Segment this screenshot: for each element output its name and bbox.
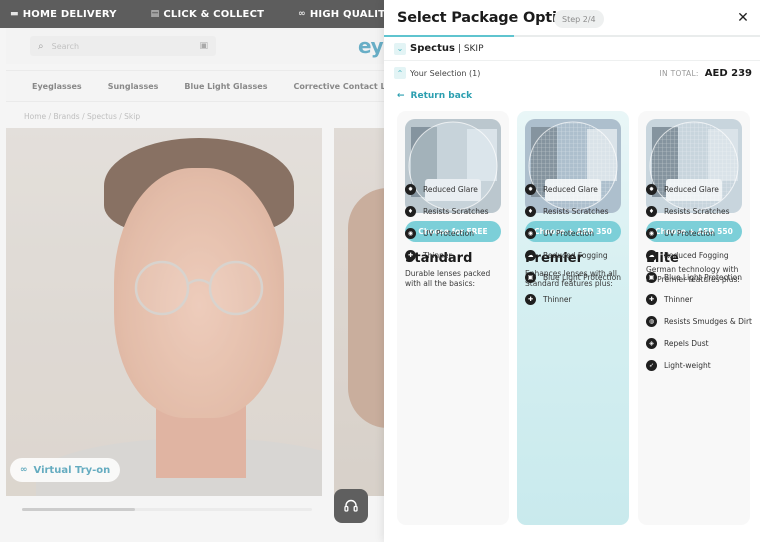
scratch-shield-icon: ♦ [405,206,416,217]
reduced-glare-icon: ✸ [405,184,416,195]
feature-label: Thinner [423,251,452,260]
feature-item: ✚ Thinner [525,294,572,305]
feature-item: ◈ Repels Dust [646,338,709,349]
uv-icon: ◉ [405,228,416,239]
feature-label: UV Protection [423,229,474,238]
feature-label: Reduced Fogging [664,251,729,260]
feature-item: ☁ Reduced Fogging [646,250,729,261]
feature-item: ▣ Blue Light Protection [525,272,621,283]
brand-name: Spectus [410,43,455,54]
feature-item: ☁ Reduced Fogging [525,250,608,261]
feature-item: ✸ Reduced Glare [646,184,719,195]
feature-item: ➶ Light-weight [646,360,711,371]
feather-icon: ➶ [646,360,657,371]
package-card-standard[interactable]: Choose for FREE Standard Durable lenses pa… [397,111,509,525]
lens-preview-image [525,119,621,213]
anti-fog-icon: ☁ [525,250,536,261]
feature-label: Thinner [543,295,572,304]
feature-item: ✚ Thinner [405,250,452,261]
feature-item: ✸ Reduced Glare [525,184,598,195]
scratch-shield-icon: ♦ [646,206,657,217]
feature-label: UV Protection [543,229,594,238]
return-back-label: Return back [410,91,473,101]
feature-item: ▣ Blue Light Protection [646,272,742,283]
package-drawer: Select Package Option Step 2/4 ✕ ⌄ Spect… [384,0,768,542]
reduced-glare-icon: ✸ [646,184,657,195]
feature-label: UV Protection [664,229,715,238]
feature-item: ✸ Reduced Glare [405,184,478,195]
feature-item: ◉ UV Protection [405,228,474,239]
overlay-mask[interactable] [0,0,384,542]
arrow-left-icon: ← [397,91,405,101]
package-card-elite[interactable]: Choose + AED 550 Elite German technology w… [638,111,752,525]
feature-label: Blue Light Protection [664,273,743,282]
lens-preview-image [646,119,742,213]
feature-item: ◉ UV Protection [646,228,715,239]
thin-lens-icon: ✚ [405,250,416,261]
feature-label: Reduced Glare [664,185,719,194]
feature-item: ◉ UV Protection [525,228,594,239]
feature-item: ✚ Thinner [646,294,693,305]
feature-item: ◍ Resists Smudges & Dirt [646,316,752,327]
step-badge: Step 2/4 [554,10,604,28]
drawer-title: Select Package Option [397,10,577,26]
blue-light-icon: ▣ [646,272,657,283]
chevron-up-icon[interactable]: ⌃ [394,67,406,79]
blue-light-icon: ▣ [525,272,536,283]
feature-label: Reduced Fogging [543,251,608,260]
return-back-link[interactable]: ← Return back [397,91,472,101]
feature-label: Resists Scratches [543,207,609,216]
feature-label: Resists Scratches [664,207,730,216]
feature-label: Blue Light Protection [543,273,622,282]
close-button[interactable]: ✕ [736,10,750,26]
feature-label: Thinner [664,295,693,304]
brand-row[interactable]: ⌄ Spectus | SKIP [384,37,760,61]
lens-preview-image [405,119,501,213]
uv-icon: ◉ [646,228,657,239]
selection-row[interactable]: ⌃ Your Selection (1) IN TOTAL: AED 239 [384,62,760,84]
package-card-premier[interactable]: Choose + AED 350 Premier Enhances lenses w… [517,111,629,525]
feature-label: Reduced Glare [543,185,598,194]
package-description: Durable lenses packed with all the basic… [405,269,491,288]
total-value: AED 239 [704,67,752,79]
feature-label: Light-weight [664,361,711,370]
thin-lens-icon: ✚ [646,294,657,305]
anti-smudge-icon: ◍ [646,316,657,327]
anti-fog-icon: ☁ [646,250,657,261]
uv-icon: ◉ [525,228,536,239]
scratch-shield-icon: ♦ [525,206,536,217]
product-name: | SKIP [457,43,484,54]
feature-label: Reduced Glare [423,185,478,194]
reduced-glare-icon: ✸ [525,184,536,195]
thin-lens-icon: ✚ [525,294,536,305]
chevron-down-icon[interactable]: ⌄ [394,42,406,55]
feature-label: Resists Scratches [423,207,489,216]
feature-item: ♦ Resists Scratches [525,206,609,217]
selection-label: Your Selection (1) [410,68,481,78]
total-label: IN TOTAL: [659,68,699,78]
feature-item: ♦ Resists Scratches [646,206,730,217]
close-icon: ✕ [737,10,749,26]
feature-item: ♦ Resists Scratches [405,206,489,217]
dust-repel-icon: ◈ [646,338,657,349]
feature-label: Resists Smudges & Dirt [664,317,752,326]
feature-label: Repels Dust [664,339,709,348]
